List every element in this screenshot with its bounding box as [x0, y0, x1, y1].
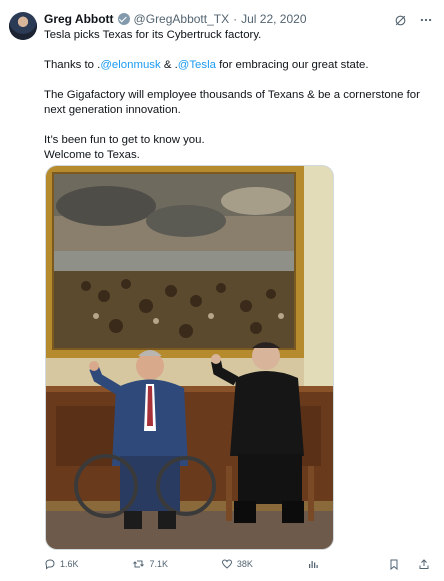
- tweet[interactable]: Greg Abbott @GregAbbott_TX · Jul 22, 202…: [0, 0, 444, 581]
- tweet-line-2-mid: & .: [160, 59, 178, 71]
- photo-scene: [46, 166, 333, 549]
- separator-dot: ·: [233, 12, 238, 26]
- views-icon: [309, 561, 319, 568]
- verified-badge-icon: [117, 13, 130, 25]
- mention-elonmusk[interactable]: @elonmusk: [100, 59, 160, 71]
- tweet-line-2-suffix: for embracing our great state.: [215, 59, 369, 71]
- tweet-date[interactable]: Jul 22, 2020: [241, 12, 306, 26]
- tweet-line-3: The Gigafactory will employee thousands …: [44, 89, 420, 116]
- right-actions: [386, 556, 432, 572]
- tweet-top-actions: [392, 12, 434, 28]
- reply-count: 1.6K: [60, 559, 79, 569]
- bookmark-icon[interactable]: [386, 556, 402, 572]
- tweet-line-1: Tesla picks Texas for its Cybertruck fac…: [44, 29, 262, 41]
- views-button[interactable]: [307, 558, 386, 570]
- tweet-photo[interactable]: [45, 165, 334, 550]
- author-name[interactable]: Greg Abbott: [44, 12, 114, 26]
- author-handle[interactable]: @GregAbbott_TX: [134, 12, 230, 26]
- retweet-button[interactable]: 7.1K: [132, 558, 220, 570]
- tweet-text: Tesla picks Texas for its Cybertruck fac…: [44, 28, 436, 163]
- tweet-line-2: Thanks to .@elonmusk & .@Tesla for embra…: [44, 58, 436, 73]
- mention-tesla[interactable]: @Tesla: [178, 59, 216, 71]
- retweet-icon: [133, 560, 145, 568]
- share-icon[interactable]: [416, 556, 432, 572]
- like-count: 38K: [236, 559, 253, 569]
- grok-icon[interactable]: [392, 12, 408, 28]
- more-icon[interactable]: [418, 12, 434, 28]
- tweet-actions: 1.6K 7.1K 38K: [44, 556, 432, 572]
- tweet-header: Greg Abbott @GregAbbott_TX · Jul 22, 202…: [44, 10, 406, 28]
- heart-icon: [221, 559, 232, 569]
- avatar[interactable]: [9, 12, 37, 40]
- tweet-line-2-prefix: Thanks to .: [44, 59, 101, 71]
- reply-button[interactable]: 1.6K: [44, 558, 132, 570]
- reply-icon: [45, 559, 55, 570]
- tweet-line-4: It’s been fun to get to know you.: [44, 134, 205, 146]
- tweet-line-5: Welcome to Texas.: [44, 149, 140, 161]
- like-button[interactable]: 38K: [221, 558, 307, 570]
- retweet-count: 7.1K: [149, 559, 168, 569]
